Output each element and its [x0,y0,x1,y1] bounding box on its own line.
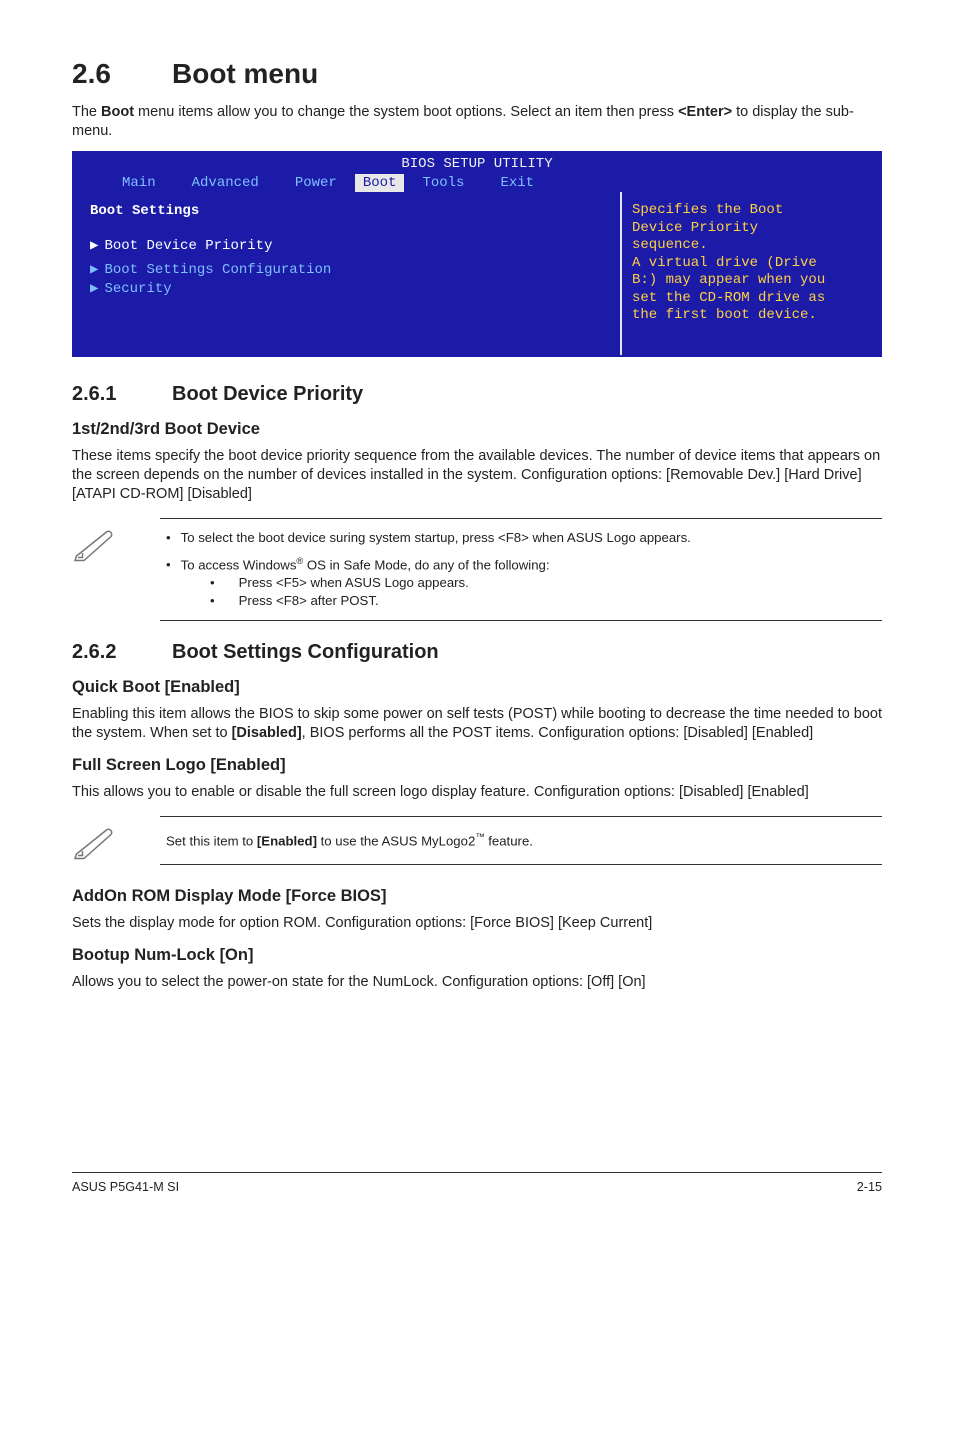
triangle-icon: ▶ [90,238,98,254]
triangle-icon: ▶ [90,281,98,297]
subsection-number: 2.6.2 [72,639,172,665]
section-heading: 2.6Boot menu [72,56,882,93]
subsection-number: 2.6.1 [72,381,172,407]
heading-quick-boot: Quick Boot [Enabled] [72,677,882,699]
bios-item: ▶ Boot Settings Configuration [90,261,604,279]
bios-tab-boot: Boot [355,174,405,192]
note-bullet: To access Windows® OS in Safe Mode, do a… [166,555,876,610]
note-text: to use the ASUS MyLogo2 [317,834,475,849]
bios-tab-main: Main [104,174,174,192]
bios-help-line: set the CD-ROM drive as [632,290,870,308]
intro-text: menu items allow you to change the syste… [134,104,678,120]
bios-item-label: Security [104,281,171,297]
subsection-261: 2.6.1Boot Device Priority [72,381,882,407]
bios-tab-row: Main Advanced Power Boot Tools Exit [74,174,880,192]
page-footer: ASUS P5G41-M SI 2-15 [72,1172,882,1196]
bios-help-line: the first boot device. [632,307,870,325]
subsection-title: Boot Settings Configuration [172,641,439,663]
note-content: To select the boot device suring system … [160,518,882,621]
note-bold: [Enabled] [257,834,317,849]
note-sub-bullet: Press <F8> after POST. [210,592,876,610]
heading-full-screen-logo: Full Screen Logo [Enabled] [72,755,882,777]
bios-left-panel: Boot Settings ▶ Boot Device Priority ▶ Boo… [74,192,620,355]
note-text: Set this item to [166,834,257,849]
section-title: Boot menu [172,58,318,89]
subsection-title: Boot Device Priority [172,383,363,405]
intro-text: The [72,104,101,120]
bios-help-line: Device Priority [632,220,870,238]
footer-left: ASUS P5G41-M SI [72,1179,179,1196]
heading-addon-rom: AddOn ROM Display Mode [Force BIOS] [72,886,882,908]
note-text: To access Windows [181,557,297,572]
body-261: These items specify the boot device prio… [72,447,882,504]
note-pencil-icon [72,816,160,868]
body-text: , BIOS performs all the POST items. Conf… [302,725,814,741]
heading-boot-device: 1st/2nd/3rd Boot Device [72,419,882,441]
footer-right: 2-15 [857,1179,882,1196]
intro-paragraph: The Boot menu items allow you to change … [72,103,882,141]
bios-tab-advanced: Advanced [174,174,277,192]
note-block-1: To select the boot device suring system … [72,518,882,621]
triangle-icon: ▶ [90,262,98,278]
intro-bold-enter: <Enter> [678,104,732,120]
note-text: feature. [485,834,533,849]
note-bullet: To select the boot device suring system … [166,529,876,547]
bios-left-header: Boot Settings [90,202,604,220]
note-content: Set this item to [Enabled] to use the AS… [160,816,882,865]
note-pencil-icon [72,518,160,570]
note-text: OS in Safe Mode, do any of the following… [303,557,549,572]
bios-body: Boot Settings ▶ Boot Device Priority ▶ Boo… [74,192,880,355]
bios-help-panel: Specifies the Boot Device Priority seque… [620,192,880,355]
intro-bold-boot: Boot [101,104,134,120]
heading-bootup-numlock: Bootup Num-Lock [On] [72,945,882,967]
body-quick-boot: Enabling this item allows the BIOS to sk… [72,705,882,743]
bios-help-line: B:) may appear when you [632,272,870,290]
bios-item-selected: ▶ Boot Device Priority [90,237,604,255]
bios-item: ▶ Security [90,280,604,298]
bios-tab-tools: Tools [404,174,482,192]
body-full-screen-logo: This allows you to enable or disable the… [72,783,882,802]
bios-help-line: A virtual drive (Drive [632,255,870,273]
subsection-262: 2.6.2Boot Settings Configuration [72,639,882,665]
bios-utility-title: BIOS SETUP UTILITY [74,155,880,173]
body-addon-rom: Sets the display mode for option ROM. Co… [72,914,882,933]
trademark-icon: ™ [475,832,484,842]
bios-tab-power: Power [277,174,355,192]
bios-help-line: sequence. [632,237,870,255]
bios-item-label: Boot Device Priority [104,238,272,254]
note-block-2: Set this item to [Enabled] to use the AS… [72,816,882,868]
bios-help-line: Specifies the Boot [632,202,870,220]
bios-header: BIOS SETUP UTILITY Main Advanced Power B… [74,153,880,192]
body-bold: [Disabled] [232,725,302,741]
body-bootup-numlock: Allows you to select the power-on state … [72,973,882,992]
section-number: 2.6 [72,56,172,93]
note-sub-bullet: Press <F5> when ASUS Logo appears. [210,574,876,592]
bios-tab-exit: Exit [482,174,552,192]
bios-screenshot: BIOS SETUP UTILITY Main Advanced Power B… [72,151,882,356]
bios-item-label: Boot Settings Configuration [104,262,331,278]
